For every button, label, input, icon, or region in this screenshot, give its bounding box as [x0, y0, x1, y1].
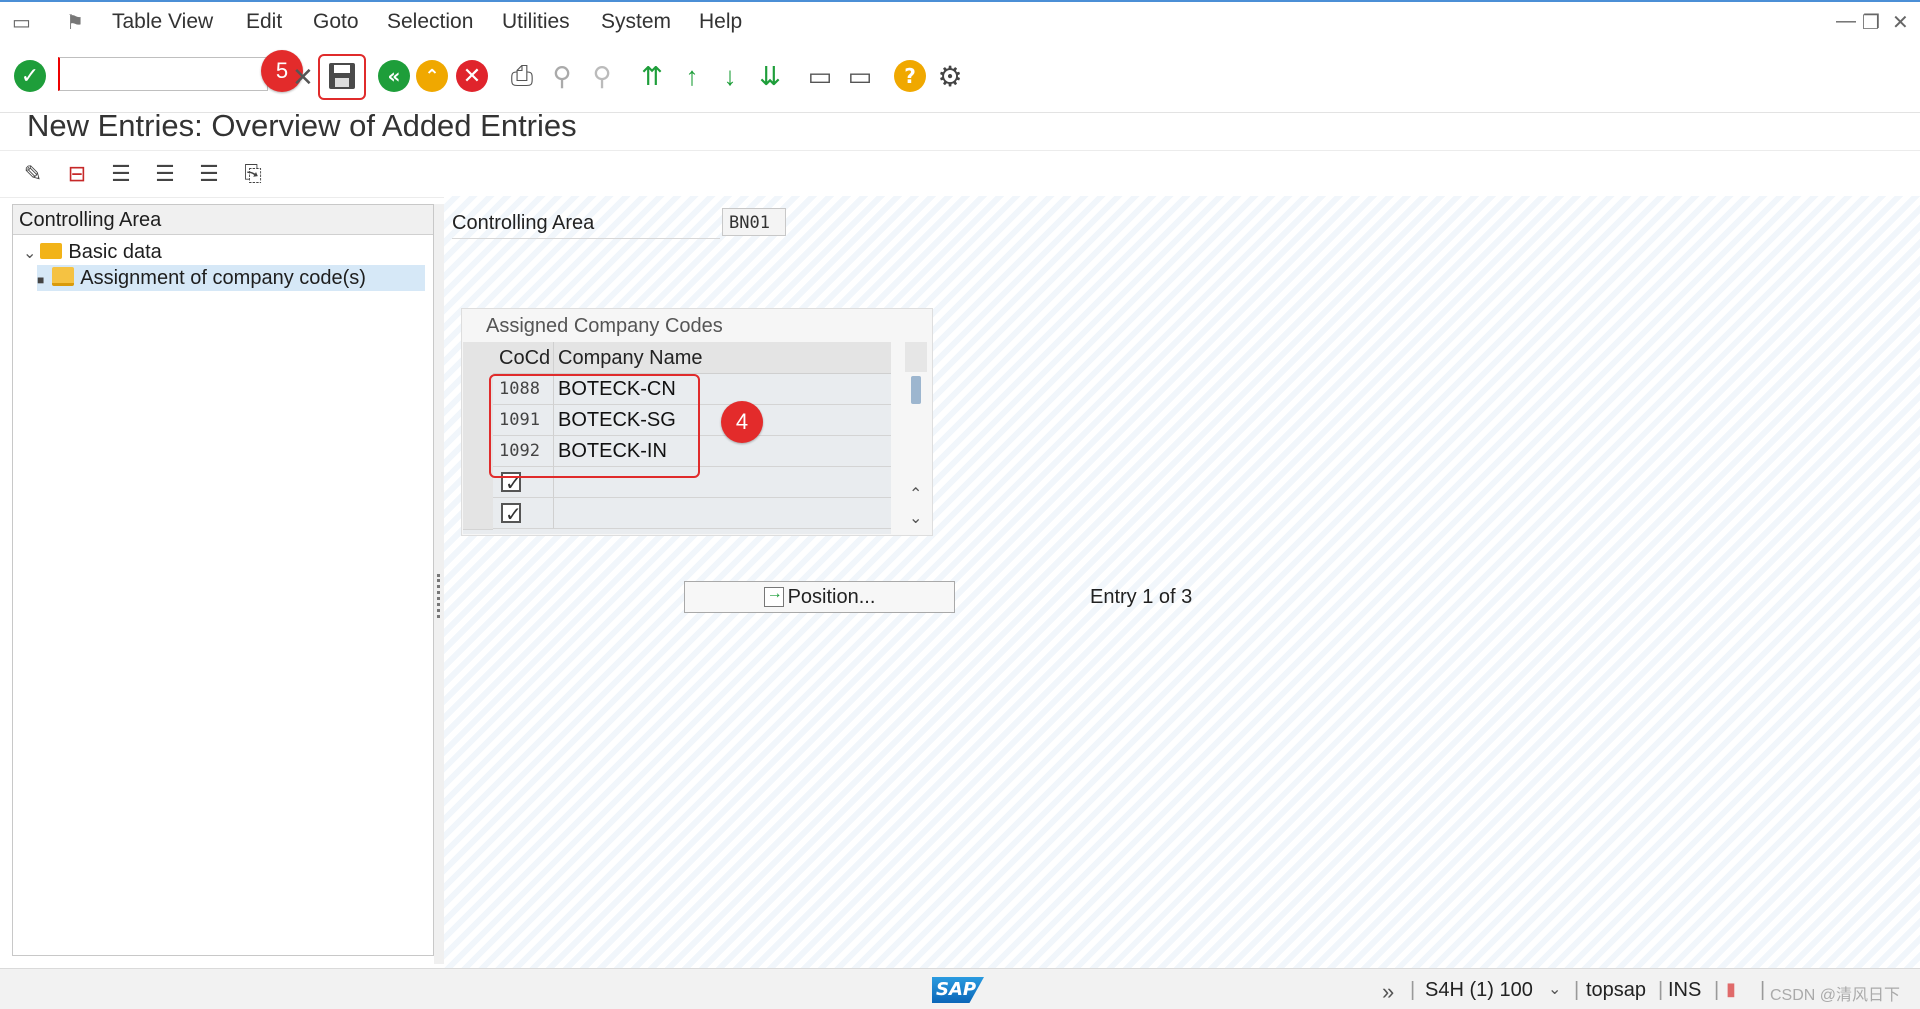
print-list-icon[interactable]: ⎘ [238, 159, 268, 189]
divider: | [1410, 979, 1416, 1001]
scrollbar-thumb[interactable] [911, 376, 921, 404]
position-icon: → [763, 585, 784, 607]
rows-highlight [489, 374, 700, 478]
position-button[interactable]: → Position... [684, 581, 955, 613]
exit-icon[interactable]: ⌃ [414, 58, 450, 94]
divider: | [1714, 979, 1720, 1001]
tree-item-label: Basic data [68, 241, 162, 263]
watermark: CSDN @清风日下 [1770, 987, 1901, 1004]
position-button-label: Position... [787, 585, 876, 608]
chevron-down-icon[interactable]: ⌄ [23, 245, 36, 262]
scroll-up-icon[interactable]: ⌃ [909, 484, 922, 504]
divider: | [1574, 979, 1580, 1001]
scrollbar-track-top [905, 342, 927, 372]
sap-logo: SAP [932, 977, 984, 1003]
previous-page-icon[interactable]: ↑ [674, 58, 710, 94]
select-block-icon[interactable]: ☰ [150, 159, 180, 189]
empty-company-name-cell[interactable] [553, 498, 891, 529]
tree-item-assignment[interactable]: ■ Assignment of company code(s) [37, 265, 425, 291]
standard-toolbar: ✓ 5 ✕ « ⌃ ✕ ⎙ ⚲ ⚲ ⇈ ↑ ↓ ⇊ ▭ ▭ ? ⚙ [0, 42, 1920, 113]
minimize-icon[interactable]: — [1836, 10, 1856, 33]
shortcut-icon[interactable]: ▭ [842, 58, 878, 94]
column-header-cocd[interactable]: CoCd [493, 342, 553, 374]
cancel-icon[interactable]: ✕ [454, 58, 490, 94]
select-all-icon[interactable]: ☰ [106, 159, 136, 189]
menu-icon[interactable]: ▭ [12, 10, 31, 35]
menu-bar: ▭ ⚑ Table View Edit Goto Selection Utili… [0, 0, 1920, 42]
enter-icon[interactable]: ✓ [12, 58, 48, 94]
close-window-icon[interactable]: ✕ [1892, 10, 1909, 35]
menu-selection[interactable]: Selection [387, 10, 473, 34]
empty-cocd-cell[interactable] [493, 498, 553, 530]
menu-goto[interactable]: Goto [313, 10, 359, 34]
first-page-icon[interactable]: ⇈ [634, 58, 670, 94]
command-field[interactable] [58, 57, 268, 91]
page-title: New Entries: Overview of Added Entries [27, 108, 577, 143]
folder-icon [40, 242, 63, 259]
deselect-all-icon[interactable]: ☰ [194, 159, 224, 189]
divider: | [1658, 979, 1664, 1001]
row-selector[interactable] [463, 498, 493, 530]
field-underline [452, 238, 720, 239]
checkbox-icon[interactable] [501, 499, 522, 530]
splitter[interactable] [434, 204, 444, 964]
last-page-icon[interactable]: ⇊ [752, 58, 788, 94]
customize-icon[interactable]: ⚙ [932, 58, 968, 94]
tree-item-label: Assignment of company code(s) [80, 267, 366, 289]
bullet-icon: ■ [37, 273, 45, 287]
table-scrollbar[interactable]: ⌃ ⌄ [905, 342, 927, 534]
open-folder-icon [52, 267, 75, 287]
tree-item-basic-data[interactable]: ⌄ Basic data [23, 239, 162, 265]
command-input[interactable] [60, 58, 267, 90]
divider: | [1760, 979, 1766, 1001]
entry-counter: Entry 1 of 3 [1090, 586, 1193, 608]
select-all-column-header[interactable] [463, 342, 493, 375]
double-chevron-icon[interactable]: » [1382, 979, 1394, 1005]
insert-mode[interactable]: INS [1668, 979, 1701, 1002]
menu-utilities[interactable]: Utilities [502, 10, 570, 34]
clear-command-icon[interactable]: ✕ [292, 62, 314, 93]
user-name: topsap [1586, 979, 1647, 1001]
controlling-area-label: Controlling Area [452, 212, 595, 234]
customize-menu-icon[interactable]: ⚑ [66, 10, 84, 35]
display-change-icon[interactable]: ✎ [18, 159, 48, 189]
status-indicator-icon: ▮ [1726, 979, 1736, 999]
restore-icon[interactable]: ❐ [1862, 10, 1880, 35]
controlling-area-field: BN01 [722, 208, 786, 236]
back-icon[interactable]: « [376, 58, 412, 94]
tree-header: Controlling Area [13, 205, 433, 235]
menu-system[interactable]: System [601, 10, 671, 34]
system-info[interactable]: S4H (1) 100 [1425, 979, 1533, 1002]
save-icon[interactable] [324, 58, 360, 94]
dialog-structure-tree: Controlling Area ⌄ Basic data ■ Assignment… [12, 204, 434, 956]
scroll-down-icon[interactable]: ⌄ [909, 508, 922, 528]
menu-edit[interactable]: Edit [246, 10, 282, 34]
print-icon[interactable]: ⎙ [504, 58, 540, 94]
menu-help[interactable]: Help [699, 10, 742, 34]
table-group-title: Assigned Company Codes [486, 315, 723, 337]
next-page-icon[interactable]: ↓ [712, 58, 748, 94]
chevron-down-icon[interactable]: ⌄ [1548, 979, 1561, 999]
find-icon: ⚲ [552, 60, 572, 91]
new-session-icon[interactable]: ▭ [802, 58, 838, 94]
find-next-icon: ⚲ [592, 60, 612, 91]
menu-table-view[interactable]: Table View [112, 10, 213, 34]
status-bar: SAP » | S4H (1) 100 ⌄ | topsap | INS | ▮… [0, 968, 1920, 1009]
column-header-company-name[interactable]: Company Name [553, 342, 891, 374]
delete-icon[interactable]: ⊟ [62, 159, 92, 189]
application-toolbar: ✎ ⊟ ☰ ☰ ☰ ⎘ [0, 150, 1920, 198]
help-icon[interactable]: ? [892, 58, 928, 94]
step-badge-4: 4 [721, 401, 763, 443]
